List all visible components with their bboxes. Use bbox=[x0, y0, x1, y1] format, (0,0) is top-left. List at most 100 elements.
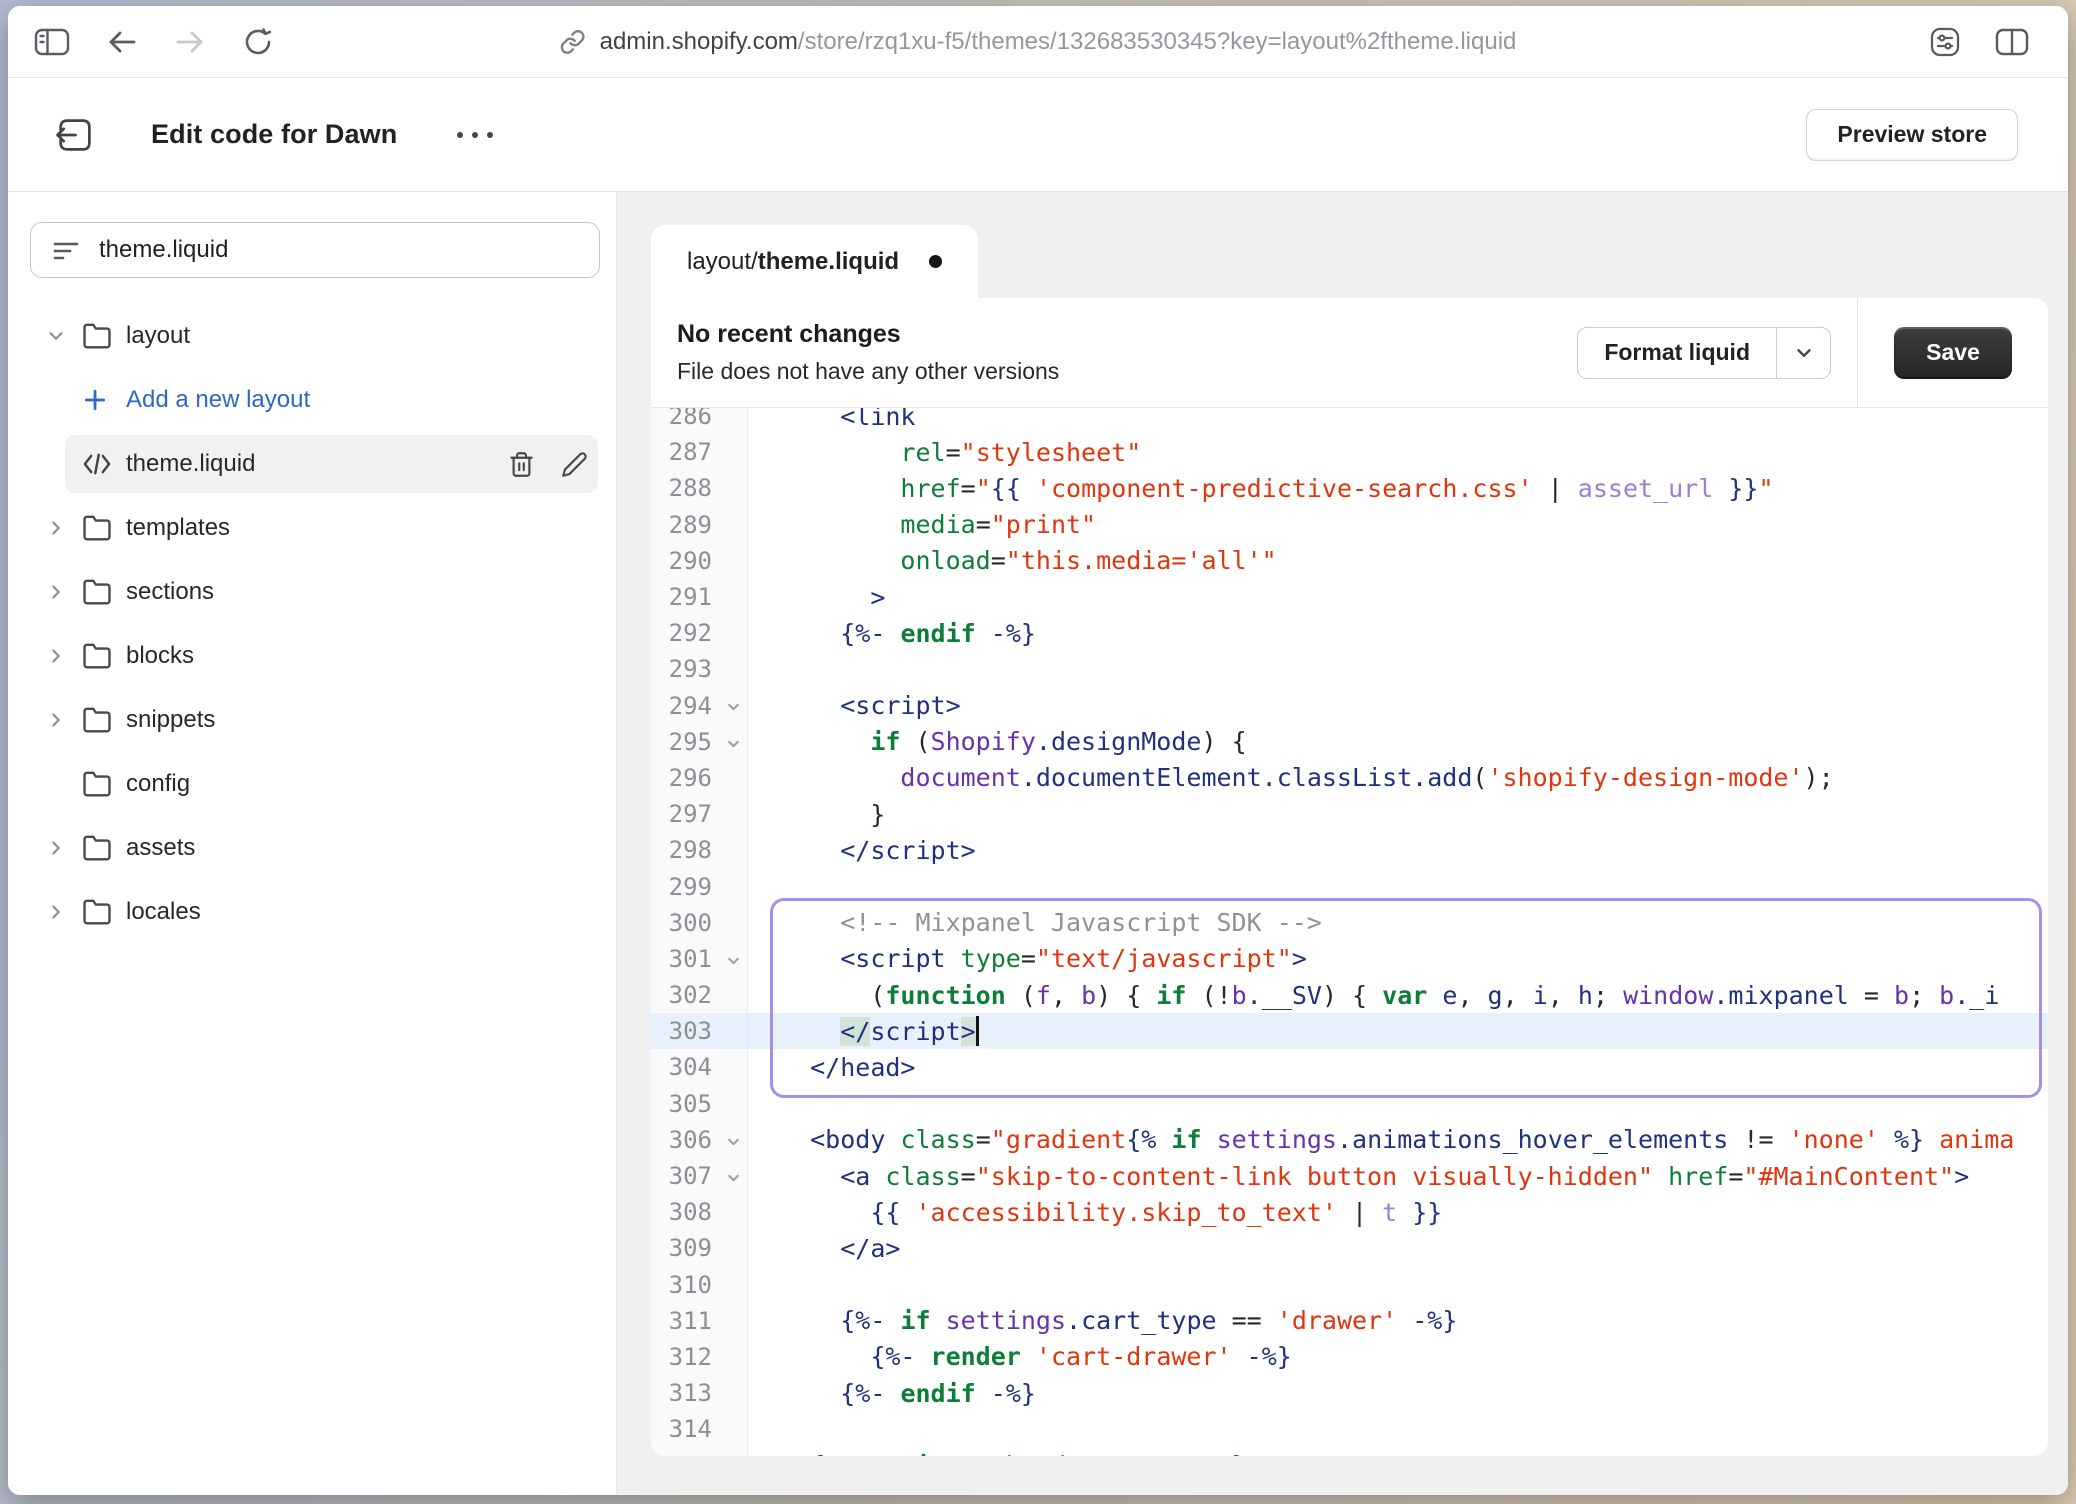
code-line-content[interactable]: <a class="skip-to-content-link button vi… bbox=[748, 1158, 2048, 1194]
code-line-content[interactable]: href="{{ 'component-predictive-search.cs… bbox=[748, 470, 2048, 506]
fold-toggle[interactable] bbox=[725, 699, 742, 716]
sidebar-item-blocks[interactable]: blocks bbox=[8, 624, 616, 688]
sidebar-item-assets[interactable]: assets bbox=[8, 816, 616, 880]
exit-editor-icon[interactable] bbox=[55, 115, 95, 155]
chevron-right-icon[interactable] bbox=[45, 837, 82, 859]
status-title: No recent changes bbox=[677, 320, 1577, 349]
sidebar-item-layout[interactable]: layout bbox=[8, 304, 616, 368]
code-line-content[interactable] bbox=[748, 1086, 2048, 1122]
line-number: 298 bbox=[651, 832, 748, 868]
code-line-content[interactable]: <script> bbox=[748, 688, 2048, 724]
code-line-content[interactable]: {%- endif -%} bbox=[748, 615, 2048, 651]
folder-icon bbox=[82, 513, 112, 543]
forward-icon[interactable] bbox=[174, 28, 206, 56]
code-line-content[interactable] bbox=[748, 651, 2048, 687]
sidebar-item-theme-liquid[interactable]: theme.liquid bbox=[8, 432, 616, 496]
sidebar-item-snippets[interactable]: snippets bbox=[8, 688, 616, 752]
code-line-content[interactable]: > bbox=[748, 579, 2048, 615]
line-number: 290 bbox=[651, 543, 748, 579]
folder-icon bbox=[82, 577, 126, 607]
chevron-right-icon bbox=[45, 709, 67, 731]
sidebar-toggle-icon[interactable] bbox=[34, 26, 70, 58]
sidebar-item-add-a-new-layout[interactable]: Add a new layout bbox=[8, 368, 616, 432]
code-line-content[interactable] bbox=[748, 1267, 2048, 1303]
code-line-311: 311 {%- if settings.cart_type == 'drawer… bbox=[651, 1303, 2048, 1339]
sidebar-item-label: locales bbox=[126, 898, 201, 926]
trash-icon[interactable] bbox=[504, 447, 539, 482]
code-line-content[interactable]: rel="stylesheet" bbox=[748, 434, 2048, 470]
sidebar-item-config[interactable]: config bbox=[8, 752, 616, 816]
code-line-content[interactable]: {%- endif -%} bbox=[748, 1375, 2048, 1411]
format-liquid-button[interactable]: Format liquid bbox=[1577, 327, 1831, 379]
code-line-content[interactable]: <script type="text/javascript"> bbox=[748, 941, 2048, 977]
code-line-content[interactable]: <!-- Mixpanel Javascript SDK --> bbox=[748, 905, 2048, 941]
code-line-content[interactable]: document.documentElement.classList.add('… bbox=[748, 760, 2048, 796]
code-line-content[interactable]: </script> bbox=[748, 1013, 2048, 1049]
back-icon[interactable] bbox=[106, 28, 138, 56]
preview-store-button[interactable]: Preview store bbox=[1806, 109, 2018, 161]
format-options-toggle[interactable] bbox=[1776, 328, 1830, 378]
chevron-right-icon[interactable] bbox=[45, 581, 82, 603]
code-line-306: 306 <body class="gradient{% if settings.… bbox=[651, 1122, 2048, 1158]
code-line-content[interactable]: (function (f, b) { if (!b.__SV) { var e,… bbox=[748, 977, 2048, 1013]
code-line-content[interactable]: </head> bbox=[748, 1049, 2048, 1085]
sidebar-item-sections[interactable]: sections bbox=[8, 560, 616, 624]
tab-label-name: theme.liquid bbox=[758, 248, 899, 276]
fold-chevron-icon bbox=[725, 699, 742, 716]
line-number: 307 bbox=[651, 1158, 748, 1194]
split-view-icon[interactable] bbox=[1994, 27, 2030, 57]
extensions-icon[interactable] bbox=[1928, 25, 1962, 59]
code-line-292: 292 {%- endif -%} bbox=[651, 615, 2048, 651]
browser-window: admin.shopify.com/store/rzq1xu-f5/themes… bbox=[8, 6, 2068, 1495]
sidebar-item-templates[interactable]: templates bbox=[8, 496, 616, 560]
chevron-right-icon[interactable] bbox=[45, 901, 82, 923]
line-number: 303 bbox=[651, 1013, 748, 1049]
file-filter-input[interactable] bbox=[99, 236, 579, 264]
sidebar-item-locales[interactable]: locales bbox=[8, 880, 616, 944]
code-line-content[interactable]: <link bbox=[748, 408, 2048, 434]
chevron-right-icon[interactable] bbox=[45, 517, 82, 539]
folder-icon bbox=[82, 641, 112, 671]
reload-icon[interactable] bbox=[242, 26, 274, 58]
code-editor[interactable]: 286 <link287 rel="stylesheet"288 href="{… bbox=[651, 408, 2048, 1456]
code-line-content[interactable]: media="print" bbox=[748, 507, 2048, 543]
code-line-content[interactable]: } bbox=[748, 796, 2048, 832]
more-options-menu[interactable] bbox=[451, 126, 499, 144]
code-line-content[interactable]: <body class="gradient{% if settings.anim… bbox=[748, 1122, 2048, 1158]
line-number: 295 bbox=[651, 724, 748, 760]
fold-toggle[interactable] bbox=[725, 735, 742, 752]
code-line-content[interactable]: </script> bbox=[748, 832, 2048, 868]
code-line-content[interactable] bbox=[748, 868, 2048, 904]
line-number: 287 bbox=[651, 434, 748, 470]
code-line-content[interactable] bbox=[748, 1411, 2048, 1447]
fold-toggle[interactable] bbox=[725, 952, 742, 969]
code-icon bbox=[82, 451, 126, 477]
code-line-content[interactable]: if (Shopify.designMode) { bbox=[748, 724, 2048, 760]
code-line-312: 312 {%- render 'cart-drawer' -%} bbox=[651, 1339, 2048, 1375]
code-line-content[interactable]: {{ 'accessibility.skip_to_text' | t }} bbox=[748, 1194, 2048, 1230]
pencil-icon[interactable] bbox=[557, 447, 592, 482]
chevron-right-icon bbox=[45, 517, 67, 539]
code-line-287: 287 rel="stylesheet" bbox=[651, 434, 2048, 470]
fold-toggle[interactable] bbox=[725, 1169, 742, 1186]
code-line-286: 286 <link bbox=[651, 408, 2048, 434]
code-line-305: 305 bbox=[651, 1086, 2048, 1122]
chevron-down-icon[interactable] bbox=[45, 325, 82, 347]
save-button[interactable]: Save bbox=[1894, 327, 2012, 379]
code-line-content[interactable]: onload="this.media='all'" bbox=[748, 543, 2048, 579]
code-line-content[interactable]: </a> bbox=[748, 1230, 2048, 1266]
chevron-right-icon[interactable] bbox=[45, 645, 82, 667]
code-line-content[interactable]: {%- render 'cart-drawer' -%} bbox=[748, 1339, 2048, 1375]
version-status: No recent changes File does not have any… bbox=[677, 320, 1577, 385]
chevron-right-icon[interactable] bbox=[45, 709, 82, 731]
url-bar[interactable]: admin.shopify.com/store/rzq1xu-f5/themes… bbox=[560, 28, 1517, 56]
tab-theme-liquid[interactable]: layout/theme.liquid bbox=[651, 225, 978, 298]
code-line-288: 288 href="{{ 'component-predictive-searc… bbox=[651, 470, 2048, 506]
fold-toggle[interactable] bbox=[725, 1133, 742, 1150]
code-line-content[interactable]: {% sections 'header-group' %} bbox=[748, 1447, 2048, 1456]
url-path: /store/rzq1xu-f5/themes/132683530345?key… bbox=[798, 28, 1516, 55]
code-line-content[interactable]: {%- if settings.cart_type == 'drawer' -%… bbox=[748, 1303, 2048, 1339]
fold-chevron-icon bbox=[725, 735, 742, 752]
editor-card: No recent changes File does not have any… bbox=[651, 298, 2048, 1456]
file-tree: layoutAdd a new layouttheme.liquidtempla… bbox=[8, 304, 616, 944]
